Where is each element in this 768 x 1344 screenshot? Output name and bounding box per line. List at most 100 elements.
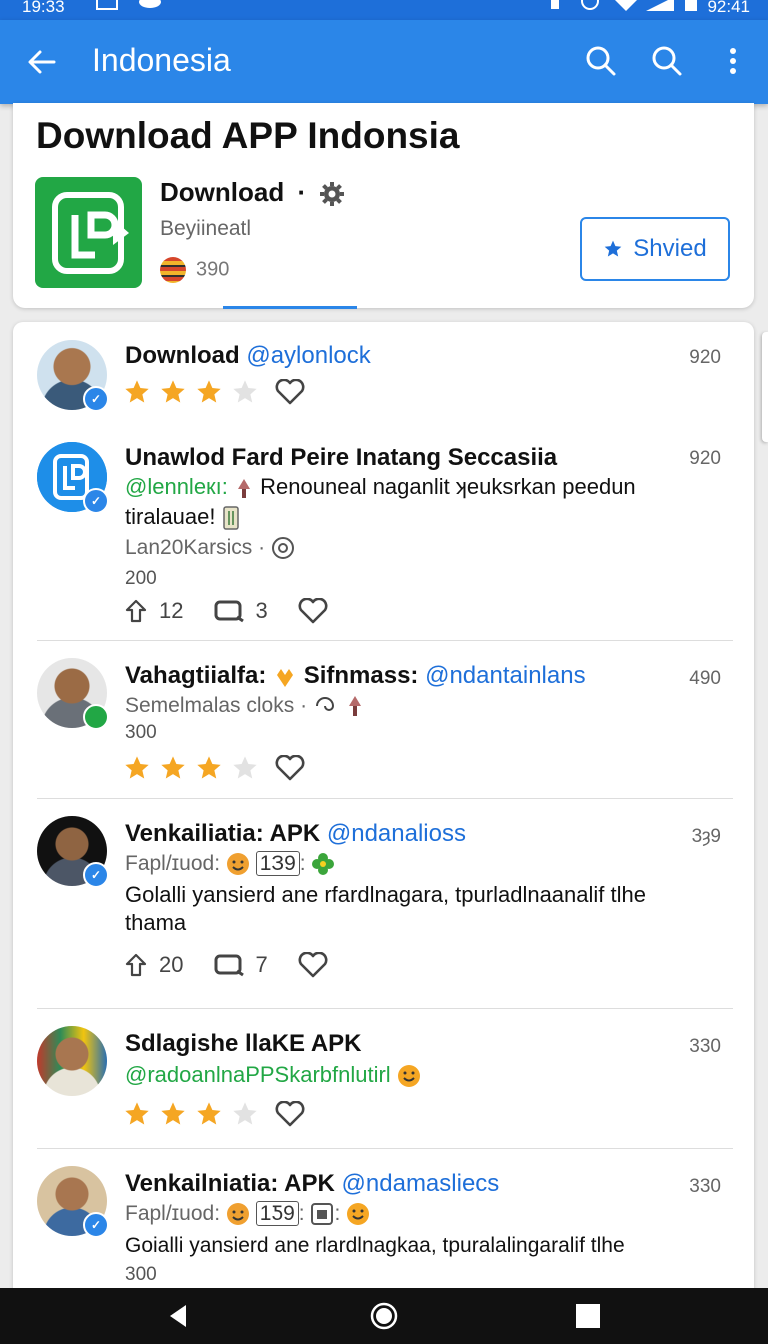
avatar[interactable]: ✓ xyxy=(37,340,109,412)
avatar[interactable] xyxy=(37,658,109,730)
verified-badge-icon: ✓ xyxy=(83,1212,109,1238)
star-icon[interactable] xyxy=(195,378,223,406)
heart-icon[interactable] xyxy=(298,598,328,624)
signal-icon xyxy=(646,0,676,13)
side-drawer-handle[interactable] xyxy=(762,332,768,442)
phone-emoji-icon xyxy=(222,506,240,530)
post-time: 920 xyxy=(689,448,721,469)
search-icon[interactable] xyxy=(650,44,684,78)
number-box: 1З9 xyxy=(255,851,300,876)
rating-stars xyxy=(123,1100,305,1128)
app-rating-count-row: 390 xyxy=(160,257,229,283)
star-icon[interactable] xyxy=(231,754,259,782)
repost-icon[interactable] xyxy=(123,598,149,624)
post-text-continued: thama xyxy=(125,910,187,935)
lamp-emoji-icon xyxy=(234,477,254,499)
author-handle[interactable]: @ndamasliecs xyxy=(342,1170,500,1197)
author-handle[interactable]: @ndantainlans xyxy=(425,662,585,689)
clover-emoji-icon xyxy=(311,852,335,876)
star-icon[interactable] xyxy=(123,754,151,782)
back-arrow-icon[interactable] xyxy=(26,46,58,78)
alarm-icon xyxy=(580,0,600,13)
post-actions: 12 3 xyxy=(123,598,328,624)
author-name: Download xyxy=(125,342,240,369)
repost-count: 12 xyxy=(159,598,184,623)
battery-icon xyxy=(684,0,698,13)
star-icon[interactable] xyxy=(231,1100,259,1128)
star-icon[interactable] xyxy=(195,1100,223,1128)
save-button-label: Shvied xyxy=(633,235,707,262)
post-text: Goialli yansierd ane rlardlnagkaa, tpura… xyxy=(125,1234,625,1257)
post-meta: Lan20Karsics · xyxy=(125,536,295,560)
star-icon[interactable] xyxy=(195,754,223,782)
face-emoji-icon xyxy=(226,1202,250,1226)
lamp-emoji-icon xyxy=(345,694,365,718)
divider xyxy=(37,640,733,641)
more-vert-icon[interactable] xyxy=(716,44,750,78)
app-logo[interactable] xyxy=(35,177,142,288)
curl-icon xyxy=(313,694,339,718)
post-text-continued: tiralauae! xyxy=(125,504,240,530)
face-emoji-icon xyxy=(226,852,250,876)
heart-icon[interactable] xyxy=(298,952,328,978)
share-count: 7 xyxy=(255,952,268,977)
post-time: 3ȝ9 xyxy=(691,826,721,847)
star-icon[interactable] xyxy=(159,378,187,406)
nav-home-icon[interactable] xyxy=(370,1302,398,1330)
vibrate-icon xyxy=(548,0,562,13)
star-icon[interactable] xyxy=(123,1100,151,1128)
search-icon[interactable] xyxy=(584,44,618,78)
post-title: Sdlagishe llaKE APK xyxy=(125,1030,362,1057)
online-badge-icon xyxy=(83,704,109,730)
save-button[interactable]: Shvied xyxy=(580,217,730,281)
post-time: 330 xyxy=(689,1176,721,1197)
post-title: Download @aylonlock xyxy=(125,342,371,370)
author-handle[interactable]: @lennleкı: xyxy=(125,474,228,499)
app-header-card: Download APP Indonsia Download · Beyiine… xyxy=(13,103,754,309)
active-tab-indicator xyxy=(223,306,357,309)
verified-badge-icon: ✓ xyxy=(83,862,109,888)
author-handle[interactable]: @aylonlock xyxy=(246,342,370,369)
star-icon[interactable] xyxy=(123,378,151,406)
author-handle[interactable]: @radoanlnaPPSkarbfnlutirl xyxy=(125,1062,391,1087)
wave-emoji-icon xyxy=(273,665,297,689)
heart-icon[interactable] xyxy=(275,379,305,405)
post-meta: Fapl/ɪuod: 1З9: xyxy=(125,851,335,876)
post-text: @radoanlnaPPSkarbfnlutirl xyxy=(125,1062,421,1088)
post-title: Unawlod Fard Peire Inatang Seccasiia xyxy=(125,444,558,471)
nav-back-icon[interactable] xyxy=(164,1302,192,1330)
system-nav-bar xyxy=(0,1288,768,1344)
post-time: 330 xyxy=(689,1036,721,1057)
divider xyxy=(37,1148,733,1149)
repost-count: 20 xyxy=(159,952,184,977)
star-icon xyxy=(603,239,623,259)
review-feed: ✓ Download @aylonlock 920 ✓ Unawlod Fard… xyxy=(13,322,754,1322)
avatar[interactable] xyxy=(37,1026,107,1096)
app-name: Download xyxy=(160,177,285,207)
avatar[interactable]: ✓ xyxy=(37,816,109,888)
heart-icon[interactable] xyxy=(275,1101,305,1127)
star-icon[interactable] xyxy=(159,1100,187,1128)
cycle-icon xyxy=(271,536,295,560)
number-box: 1Ƽ9 xyxy=(255,1201,299,1226)
author-handle[interactable]: @ndanalioss xyxy=(327,820,466,847)
post-title: Vahagtiialfa: Sifnmass: @ndantainlans xyxy=(125,662,586,689)
post-title: Venkailiatia: APK @ndanalioss xyxy=(125,820,466,847)
smile-emoji-icon xyxy=(346,1202,370,1226)
avatar[interactable]: ✓ xyxy=(37,1166,109,1238)
notification-icon xyxy=(96,0,118,13)
gear-icon[interactable] xyxy=(319,181,345,207)
app-name-row: Download · xyxy=(160,177,345,208)
status-right-time: 92:41 xyxy=(707,0,750,16)
heart-icon[interactable] xyxy=(275,755,305,781)
wifi-icon xyxy=(612,0,640,13)
star-icon[interactable] xyxy=(231,378,259,406)
share-icon[interactable] xyxy=(213,598,245,624)
share-icon[interactable] xyxy=(213,952,245,978)
nav-recents-icon[interactable] xyxy=(574,1302,602,1330)
verified-badge-icon: ✓ xyxy=(83,386,109,412)
divider xyxy=(37,1008,733,1009)
avatar[interactable]: ✓ xyxy=(37,442,109,514)
star-icon[interactable] xyxy=(159,754,187,782)
repost-icon[interactable] xyxy=(123,952,149,978)
